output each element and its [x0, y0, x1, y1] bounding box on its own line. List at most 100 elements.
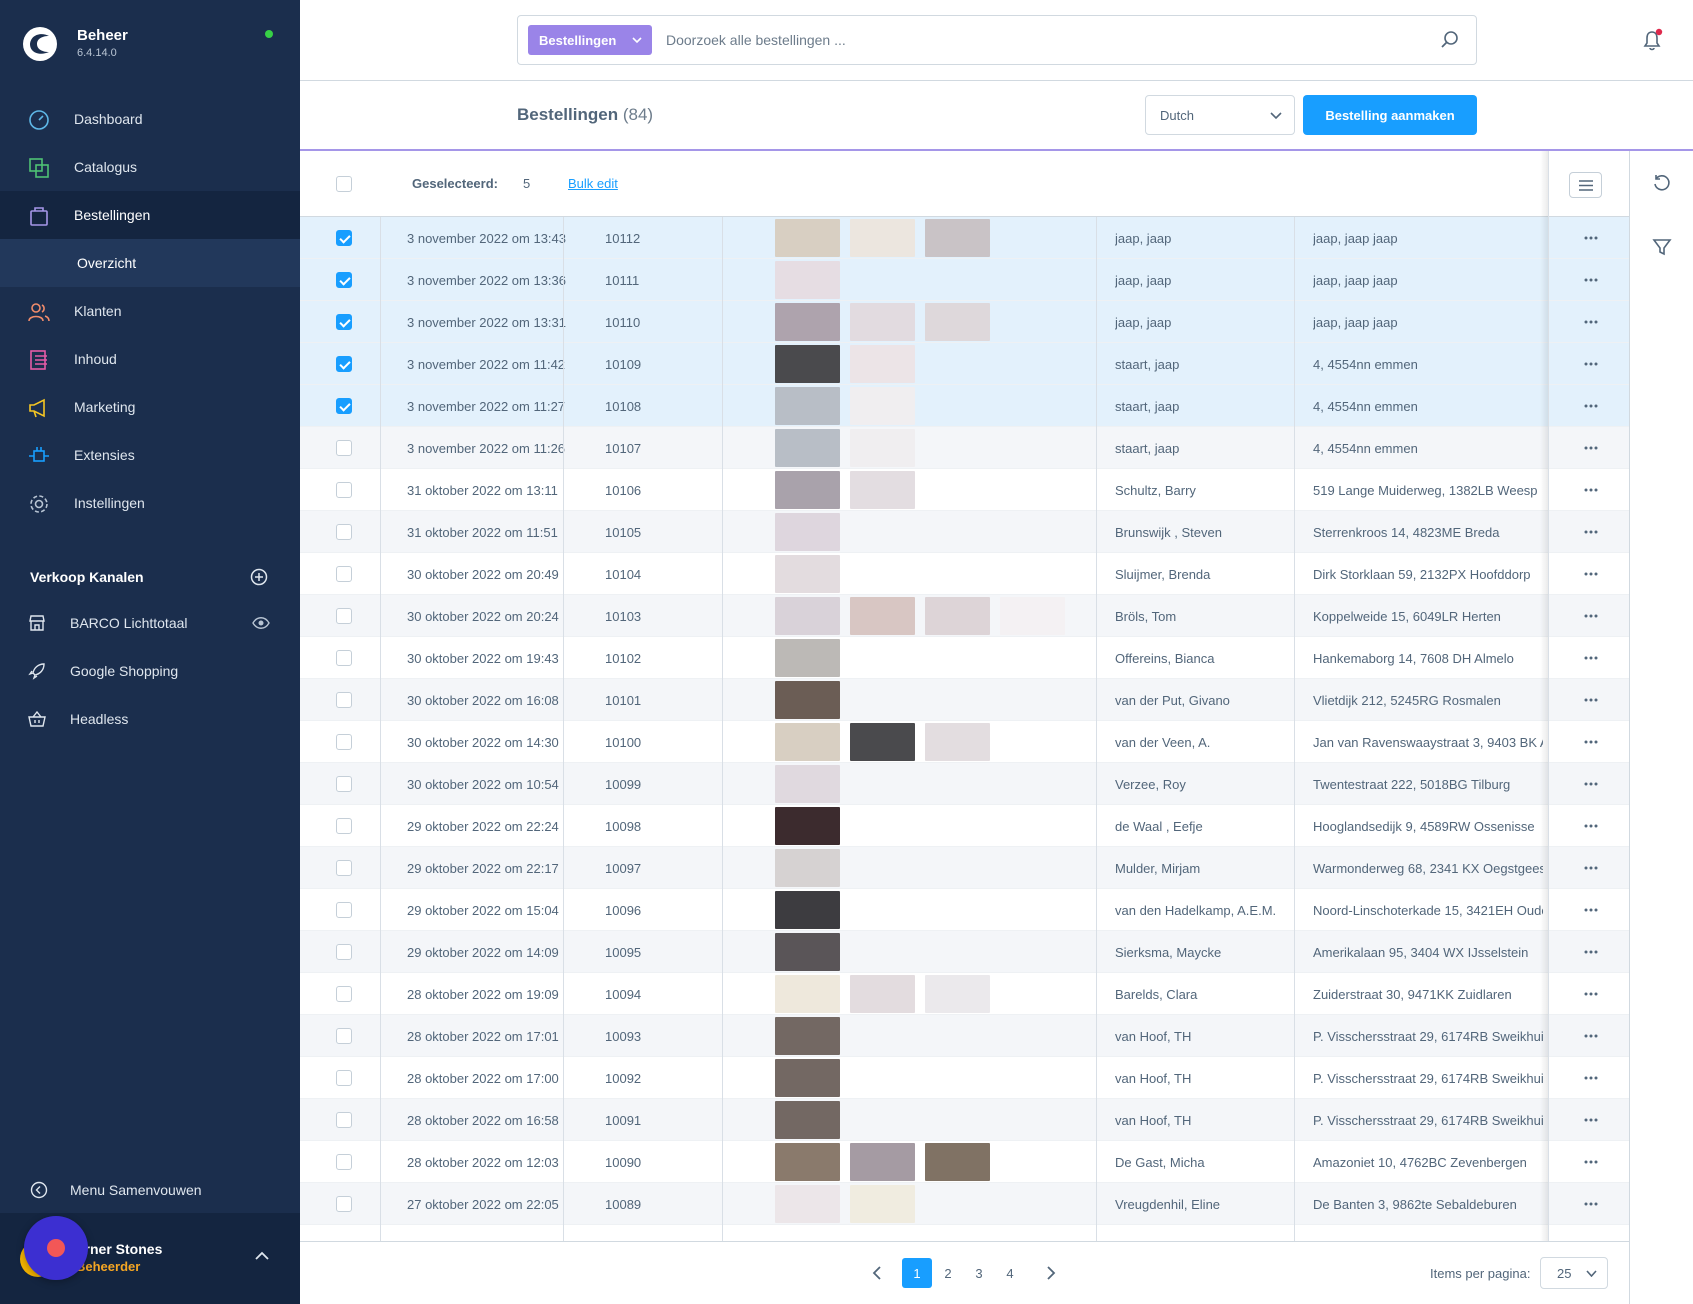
search-input[interactable]	[666, 26, 1426, 54]
order-number[interactable]: 10111	[605, 259, 745, 301]
table-row[interactable]: 30 oktober 2022 om 20:24 10103 Bröls, Tom K…	[300, 595, 1629, 637]
notification-bell-icon[interactable]	[1640, 28, 1664, 52]
row-checkbox[interactable]	[336, 440, 352, 456]
row-checkbox[interactable]	[336, 566, 352, 582]
order-number[interactable]: 10107	[605, 427, 745, 469]
order-number[interactable]: 10109	[605, 343, 745, 385]
nav-item-dashboard[interactable]: Dashboard	[0, 95, 300, 143]
nav-item-inhoud[interactable]: Inhoud	[0, 335, 300, 383]
table-row[interactable]: 28 oktober 2022 om 12:03 10090 De Gast, Mi…	[300, 1141, 1629, 1183]
row-checkbox[interactable]	[336, 734, 352, 750]
chevron-up-icon[interactable]	[255, 1251, 269, 1261]
row-checkbox[interactable]	[336, 986, 352, 1002]
order-number[interactable]: 10093	[605, 1015, 745, 1057]
order-number[interactable]: 10089	[605, 1183, 745, 1225]
next-page-icon[interactable]	[1046, 1266, 1056, 1280]
order-number[interactable]: 10099	[605, 763, 745, 805]
row-checkbox[interactable]	[336, 860, 352, 876]
row-actions-button[interactable]	[1576, 553, 1606, 595]
page-2[interactable]: 2	[933, 1258, 963, 1288]
filter-icon[interactable]	[1652, 237, 1672, 257]
table-row[interactable]: 28 oktober 2022 om 19:09 10094 Barelds, Cl…	[300, 973, 1629, 1015]
table-row[interactable]: 30 oktober 2022 om 14:30 10100 van der Vee…	[300, 721, 1629, 763]
row-actions-button[interactable]	[1576, 637, 1606, 679]
table-row[interactable]: 30 oktober 2022 om 20:49 10104 Sluijmer, B…	[300, 553, 1629, 595]
row-checkbox[interactable]	[336, 524, 352, 540]
table-row[interactable]: 29 oktober 2022 om 15:04 10096 van den Had…	[300, 889, 1629, 931]
row-checkbox[interactable]	[336, 818, 352, 834]
row-actions-button[interactable]	[1576, 511, 1606, 553]
row-actions-button[interactable]	[1576, 1141, 1606, 1183]
order-number[interactable]: 10104	[605, 553, 745, 595]
order-number[interactable]: 10090	[605, 1141, 745, 1183]
order-number[interactable]: 10096	[605, 889, 745, 931]
nav-item-bestellingen[interactable]: Bestellingen	[0, 191, 300, 239]
page-1[interactable]: 1	[902, 1258, 932, 1288]
row-actions-button[interactable]	[1576, 595, 1606, 637]
row-checkbox[interactable]	[336, 230, 352, 246]
nav-subitem-overzicht[interactable]: Overzicht	[0, 239, 300, 287]
search-icon[interactable]	[1440, 30, 1460, 50]
order-number[interactable]: 10105	[605, 511, 745, 553]
table-row[interactable]: 30 oktober 2022 om 16:08 10101 van der Put…	[300, 679, 1629, 721]
row-checkbox[interactable]	[336, 482, 352, 498]
row-actions-button[interactable]	[1576, 1183, 1606, 1225]
row-checkbox[interactable]	[336, 776, 352, 792]
order-number[interactable]: 10110	[605, 301, 745, 343]
row-actions-button[interactable]	[1576, 469, 1606, 511]
previous-page-icon[interactable]	[872, 1266, 882, 1280]
bulk-edit-link[interactable]: Bulk edit	[568, 176, 618, 191]
create-order-button[interactable]: Bestelling aanmaken	[1303, 95, 1477, 135]
order-number[interactable]: 10091	[605, 1099, 745, 1141]
row-checkbox[interactable]	[336, 356, 352, 372]
row-checkbox[interactable]	[336, 1154, 352, 1170]
nav-item-extensies[interactable]: Extensies	[0, 431, 300, 479]
items-per-page-select[interactable]: 25	[1540, 1257, 1608, 1289]
order-number[interactable]: 10108	[605, 385, 745, 427]
row-actions-button[interactable]	[1576, 1099, 1606, 1141]
order-number[interactable]: 10102	[605, 637, 745, 679]
table-row[interactable]: 28 oktober 2022 om 17:00 10092 van Hoof, T…	[300, 1057, 1629, 1099]
row-actions-button[interactable]	[1576, 973, 1606, 1015]
refresh-icon[interactable]	[1652, 173, 1672, 193]
row-actions-button[interactable]	[1576, 385, 1606, 427]
grid-settings-button[interactable]	[1569, 172, 1602, 198]
search-type-dropdown[interactable]: Bestellingen	[528, 25, 652, 55]
row-checkbox[interactable]	[336, 314, 352, 330]
channel-google-shopping[interactable]: Google Shopping	[0, 651, 300, 691]
add-channel-icon[interactable]	[250, 568, 268, 586]
row-checkbox[interactable]	[336, 944, 352, 960]
order-number[interactable]: 10095	[605, 931, 745, 973]
row-actions-button[interactable]	[1576, 301, 1606, 343]
table-row[interactable]: 3 november 2022 om 13:31 10110 jaap, jaap j…	[300, 301, 1629, 343]
row-checkbox[interactable]	[336, 1028, 352, 1044]
row-checkbox[interactable]	[336, 1112, 352, 1128]
table-row[interactable]: 28 oktober 2022 om 17:01 10093 van Hoof, T…	[300, 1015, 1629, 1057]
row-actions-button[interactable]	[1576, 679, 1606, 721]
table-row[interactable]: 28 oktober 2022 om 16:58 10091 van Hoof, T…	[300, 1099, 1629, 1141]
row-actions-button[interactable]	[1576, 721, 1606, 763]
row-actions-button[interactable]	[1576, 217, 1606, 259]
row-checkbox[interactable]	[336, 902, 352, 918]
order-number[interactable]: 10097	[605, 847, 745, 889]
nav-item-marketing[interactable]: Marketing	[0, 383, 300, 431]
table-row[interactable]: 3 november 2022 om 11:42 10109 staart, jaa…	[300, 343, 1629, 385]
table-row[interactable]: 3 november 2022 om 11:27 10108 staart, jaa…	[300, 385, 1629, 427]
row-actions-button[interactable]	[1576, 847, 1606, 889]
row-checkbox[interactable]	[336, 1196, 352, 1212]
order-number[interactable]: 10094	[605, 973, 745, 1015]
table-row[interactable]: 3 november 2022 om 11:26 10107 staart, jaa…	[300, 427, 1629, 469]
channel-barco-lichttotaal[interactable]: BARCO Lichttotaal	[0, 603, 300, 643]
nav-item-catalogus[interactable]: Catalogus	[0, 143, 300, 191]
row-actions-button[interactable]	[1576, 931, 1606, 973]
row-actions-button[interactable]	[1576, 889, 1606, 931]
order-number[interactable]: 10106	[605, 469, 745, 511]
channel-headless[interactable]: Headless	[0, 699, 300, 739]
order-number[interactable]: 10100	[605, 721, 745, 763]
table-row[interactable]: 27 oktober 2022 om 22:05 10089 Vreugdenhil…	[300, 1183, 1629, 1225]
table-row[interactable]: 29 oktober 2022 om 14:09 10095 Sierksma, M…	[300, 931, 1629, 973]
row-checkbox[interactable]	[336, 692, 352, 708]
floating-record-button[interactable]	[24, 1216, 88, 1280]
table-row[interactable]: 30 oktober 2022 om 19:43 10102 Offereins, …	[300, 637, 1629, 679]
order-number[interactable]: 10103	[605, 595, 745, 637]
